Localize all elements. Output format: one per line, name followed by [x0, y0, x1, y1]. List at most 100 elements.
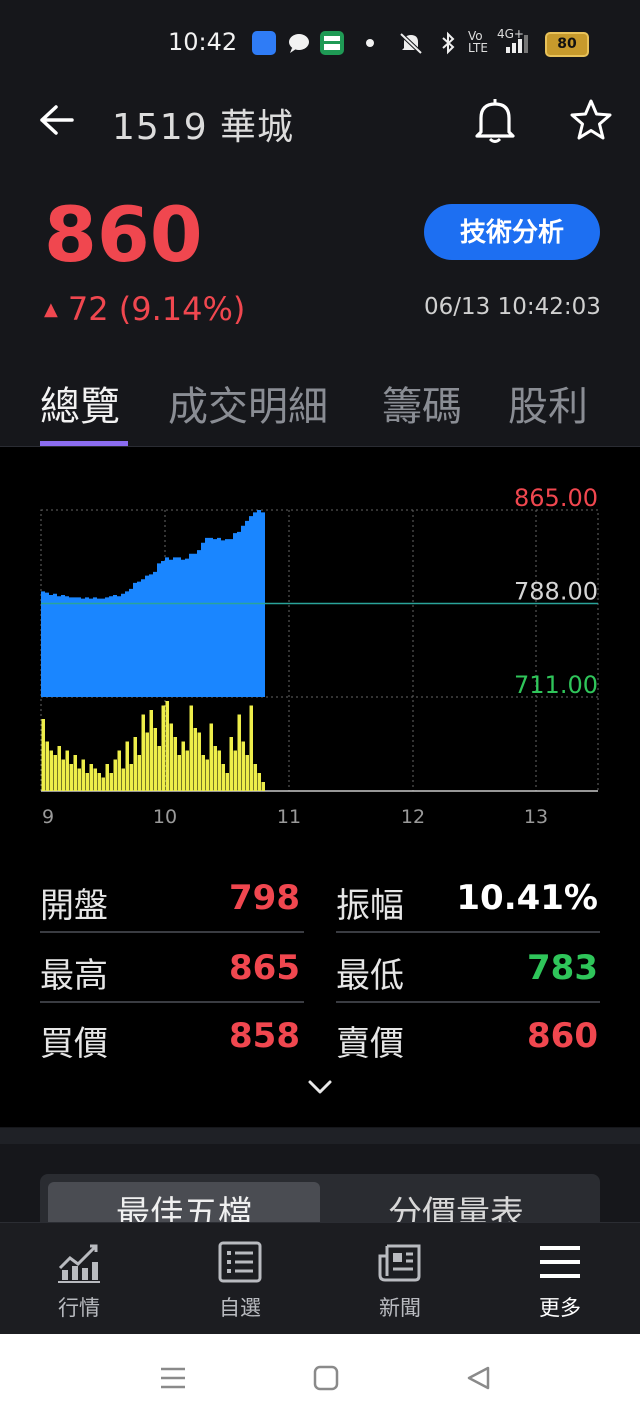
x-axis-label: 10: [153, 806, 177, 828]
high-value: 865: [229, 948, 300, 988]
volume-bar: [141, 714, 145, 791]
volume-bar: [181, 741, 185, 791]
star-icon: [570, 99, 612, 140]
volume-bar: [245, 755, 249, 791]
chart-icon: [58, 1244, 100, 1283]
y-axis-label: 788.00: [514, 578, 598, 606]
volume-bar: [89, 764, 93, 791]
volume-bar: [169, 723, 173, 791]
volume-bar: [177, 755, 181, 791]
ask-value: 860: [527, 1016, 598, 1056]
high-label: 最高: [40, 956, 108, 996]
nav-news-label: 新聞: [379, 1296, 421, 1320]
volume-bar: [57, 746, 61, 791]
nav-news[interactable]: 新聞: [345, 1222, 455, 1334]
bid-label: 買價: [40, 1024, 108, 1064]
stock-title: 1519 華城: [112, 107, 295, 148]
volume-bar: [229, 737, 233, 791]
nav-more[interactable]: 更多: [505, 1222, 615, 1334]
volume-bar: [81, 759, 85, 791]
volume-bar: [221, 764, 225, 791]
nav-watchlist[interactable]: 自選: [185, 1222, 295, 1334]
volume-bar: [225, 773, 229, 791]
bid-value: 858: [229, 1016, 300, 1056]
home-icon[interactable]: [312, 1364, 340, 1392]
x-axis-labels: 9 10 11 12 13: [42, 806, 548, 828]
volume-bar: [97, 773, 101, 791]
volume-bar: [129, 764, 133, 791]
volume-bar: [93, 768, 97, 791]
back-nav-icon[interactable]: [464, 1364, 492, 1392]
volume-bar: [157, 746, 161, 791]
volume-bar: [213, 746, 217, 791]
volume-bar: [161, 705, 165, 791]
volume-bar: [197, 732, 201, 791]
volume-bar: [45, 741, 49, 791]
volume-bar: [153, 728, 157, 791]
status-bar: 10:42 Vo LTE 4G+ 80: [0, 0, 640, 86]
volume-bar: [85, 773, 89, 791]
quote-timestamp: 06/13 10:42:03: [424, 294, 601, 320]
volume-bar: [145, 732, 149, 791]
volume-bar: [189, 705, 193, 791]
expand-button[interactable]: [300, 1070, 340, 1104]
volume-bar: [205, 759, 209, 791]
volume-bar: [121, 768, 125, 791]
tab-dividend[interactable]: 股利: [508, 374, 588, 432]
volume-bar: [61, 759, 65, 791]
volume-bar: [253, 764, 257, 791]
open-label: 開盤: [40, 886, 108, 926]
favorite-button[interactable]: [566, 96, 616, 144]
low-value: 783: [527, 948, 598, 988]
status-time: 10:42: [168, 28, 238, 56]
price-change: ▲ 72 (9.14%): [44, 290, 245, 328]
volume-bar: [149, 710, 153, 791]
nav-market[interactable]: 行情: [24, 1222, 134, 1334]
y-axis-labels: 865.00 788.00 711.00: [514, 484, 598, 699]
price-change-text: 72 (9.14%): [67, 290, 246, 328]
tab-chips[interactable]: 籌碼: [382, 374, 462, 432]
list-icon: [218, 1241, 262, 1283]
volume-bar: [117, 750, 121, 791]
volume-bar: [201, 755, 205, 791]
mute-icon: [398, 31, 423, 55]
technical-analysis-button[interactable]: 技術分析: [424, 204, 600, 260]
bell-icon: [475, 99, 515, 143]
x-axis-label: 9: [42, 806, 54, 828]
volte-label: Vo LTE: [468, 29, 488, 55]
stat-divider: [336, 931, 600, 933]
battery-icon: 80: [545, 32, 589, 57]
alert-button[interactable]: [472, 96, 518, 144]
up-triangle-icon: ▲: [44, 299, 58, 320]
volume-bar: [49, 750, 53, 791]
recents-icon[interactable]: [158, 1364, 188, 1392]
nav-watchlist-label: 自選: [219, 1296, 261, 1320]
stat-divider: [40, 931, 304, 933]
volume-bar: [185, 750, 189, 791]
volume-bar: [105, 764, 109, 791]
news-icon: [378, 1244, 421, 1282]
back-arrow-icon: [40, 105, 74, 135]
volume-bar: [261, 782, 265, 791]
menu-icon: [540, 1246, 580, 1278]
volume-bar: [101, 777, 105, 791]
x-axis-label: 12: [401, 806, 425, 828]
current-price: 860: [44, 190, 203, 279]
tab-trade-details[interactable]: 成交明細: [168, 374, 328, 432]
volume-bar: [73, 755, 77, 791]
tab-overview[interactable]: 總覽: [40, 374, 120, 432]
volume-bar: [65, 750, 69, 791]
volume-bar: [77, 768, 81, 791]
system-navigation-bar: [0, 1334, 640, 1422]
back-button[interactable]: [36, 98, 76, 142]
y-axis-label: 711.00: [514, 671, 598, 699]
volume-bar: [233, 750, 237, 791]
volume-bar: [109, 773, 113, 791]
volume-bar: [241, 741, 245, 791]
volume-bar: [125, 741, 129, 791]
stat-divider: [336, 1001, 600, 1003]
signal-icon: [500, 31, 528, 55]
volume-bar: [209, 723, 213, 791]
x-axis-label: 11: [277, 806, 301, 828]
volume-bar: [165, 701, 169, 791]
